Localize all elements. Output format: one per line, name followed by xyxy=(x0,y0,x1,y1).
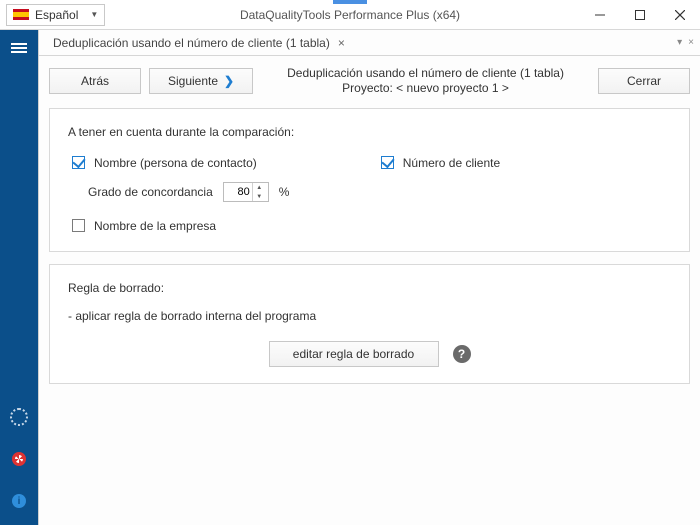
next-button[interactable]: Siguiente ❯ xyxy=(149,68,253,94)
checkbox-customer-number[interactable]: Número de cliente xyxy=(377,153,500,172)
info-icon: i xyxy=(12,494,26,508)
minimize-button[interactable] xyxy=(580,0,620,30)
concordance-row: Grado de concordancia ▲ ▼ % xyxy=(88,182,671,202)
back-label: Atrás xyxy=(81,74,109,88)
checkbox-contact-name-input[interactable] xyxy=(72,156,85,169)
titlebar-grip xyxy=(333,0,367,4)
help-lifebuoy-button[interactable] xyxy=(5,445,33,473)
checkbox-company-name-label: Nombre de la empresa xyxy=(94,219,216,233)
minimize-icon xyxy=(595,10,605,20)
delete-rule-line: - aplicar regla de borrado interna del p… xyxy=(68,309,671,323)
close-panel-button[interactable]: Cerrar xyxy=(598,68,690,94)
window-controls xyxy=(580,0,700,30)
settings-button[interactable] xyxy=(5,403,33,431)
wizard-heading: Deduplicación usando el número de client… xyxy=(261,66,590,81)
compare-panel-heading: A tener en cuenta durante la comparación… xyxy=(68,125,671,139)
content: Atrás Siguiente ❯ Deduplicación usando e… xyxy=(39,56,700,525)
hamburger-menu-button[interactable] xyxy=(5,34,33,62)
compare-panel: A tener en cuenta durante la comparación… xyxy=(49,108,690,252)
tab-label: Deduplicación usando el número de client… xyxy=(53,36,330,50)
info-button[interactable]: i xyxy=(5,487,33,515)
next-label: Siguiente xyxy=(168,74,218,88)
tab-dropdown-button[interactable]: ▾ xyxy=(677,37,682,48)
tab-strip: Deduplicación usando el número de client… xyxy=(39,30,700,56)
concordance-unit: % xyxy=(279,185,290,199)
checkbox-contact-name[interactable]: Nombre (persona de contacto) xyxy=(68,153,257,172)
close-panel-label: Cerrar xyxy=(627,74,661,88)
delete-rule-panel: Regla de borrado: - aplicar regla de bor… xyxy=(49,264,690,384)
lifebuoy-icon xyxy=(12,452,26,466)
back-button[interactable]: Atrás xyxy=(49,68,141,94)
checkbox-customer-number-input[interactable] xyxy=(381,156,394,169)
language-label: Español xyxy=(35,8,78,22)
question-icon: ? xyxy=(458,347,465,361)
edit-delete-rule-label: editar regla de borrado xyxy=(293,347,414,361)
close-icon xyxy=(675,10,685,20)
hamburger-icon xyxy=(11,41,27,55)
tab-close-all-button[interactable]: × xyxy=(688,37,694,48)
title-bar: Español ▼ DataQualityTools Performance P… xyxy=(0,0,700,30)
checkbox-company-name-input[interactable] xyxy=(72,219,85,232)
flag-spain-icon xyxy=(13,9,29,20)
checkbox-contact-name-label: Nombre (persona de contacto) xyxy=(94,156,257,170)
main-area: Deduplicación usando el número de client… xyxy=(38,30,700,525)
close-window-button[interactable] xyxy=(660,0,700,30)
language-dropdown[interactable]: Español ▼ xyxy=(6,4,105,26)
delete-rule-heading: Regla de borrado: xyxy=(68,281,671,295)
tab-close-button[interactable]: × xyxy=(338,36,345,50)
spinner-down-button[interactable]: ▼ xyxy=(253,192,266,201)
concordance-spinner[interactable]: ▲ ▼ xyxy=(223,182,269,202)
edit-delete-rule-button[interactable]: editar regla de borrado xyxy=(269,341,439,367)
checkbox-customer-number-label: Número de cliente xyxy=(403,156,500,170)
maximize-icon xyxy=(635,10,645,20)
spinner-up-button[interactable]: ▲ xyxy=(253,183,266,192)
concordance-input[interactable] xyxy=(224,183,252,201)
checkbox-company-name[interactable]: Nombre de la empresa xyxy=(68,216,216,235)
help-button[interactable]: ? xyxy=(453,345,471,363)
concordance-label: Grado de concordancia xyxy=(88,185,213,199)
wizard-heading-block: Deduplicación usando el número de client… xyxy=(261,66,590,96)
maximize-button[interactable] xyxy=(620,0,660,30)
wizard-nav: Atrás Siguiente ❯ Deduplicación usando e… xyxy=(49,66,690,96)
chevron-down-icon: ▼ xyxy=(90,10,98,19)
project-line: Proyecto: < nuevo proyecto 1 > xyxy=(261,81,590,96)
sidebar: i xyxy=(0,30,38,525)
tab-dedup-customer-number[interactable]: Deduplicación usando el número de client… xyxy=(43,30,355,55)
chevron-right-icon: ❯ xyxy=(224,74,234,88)
